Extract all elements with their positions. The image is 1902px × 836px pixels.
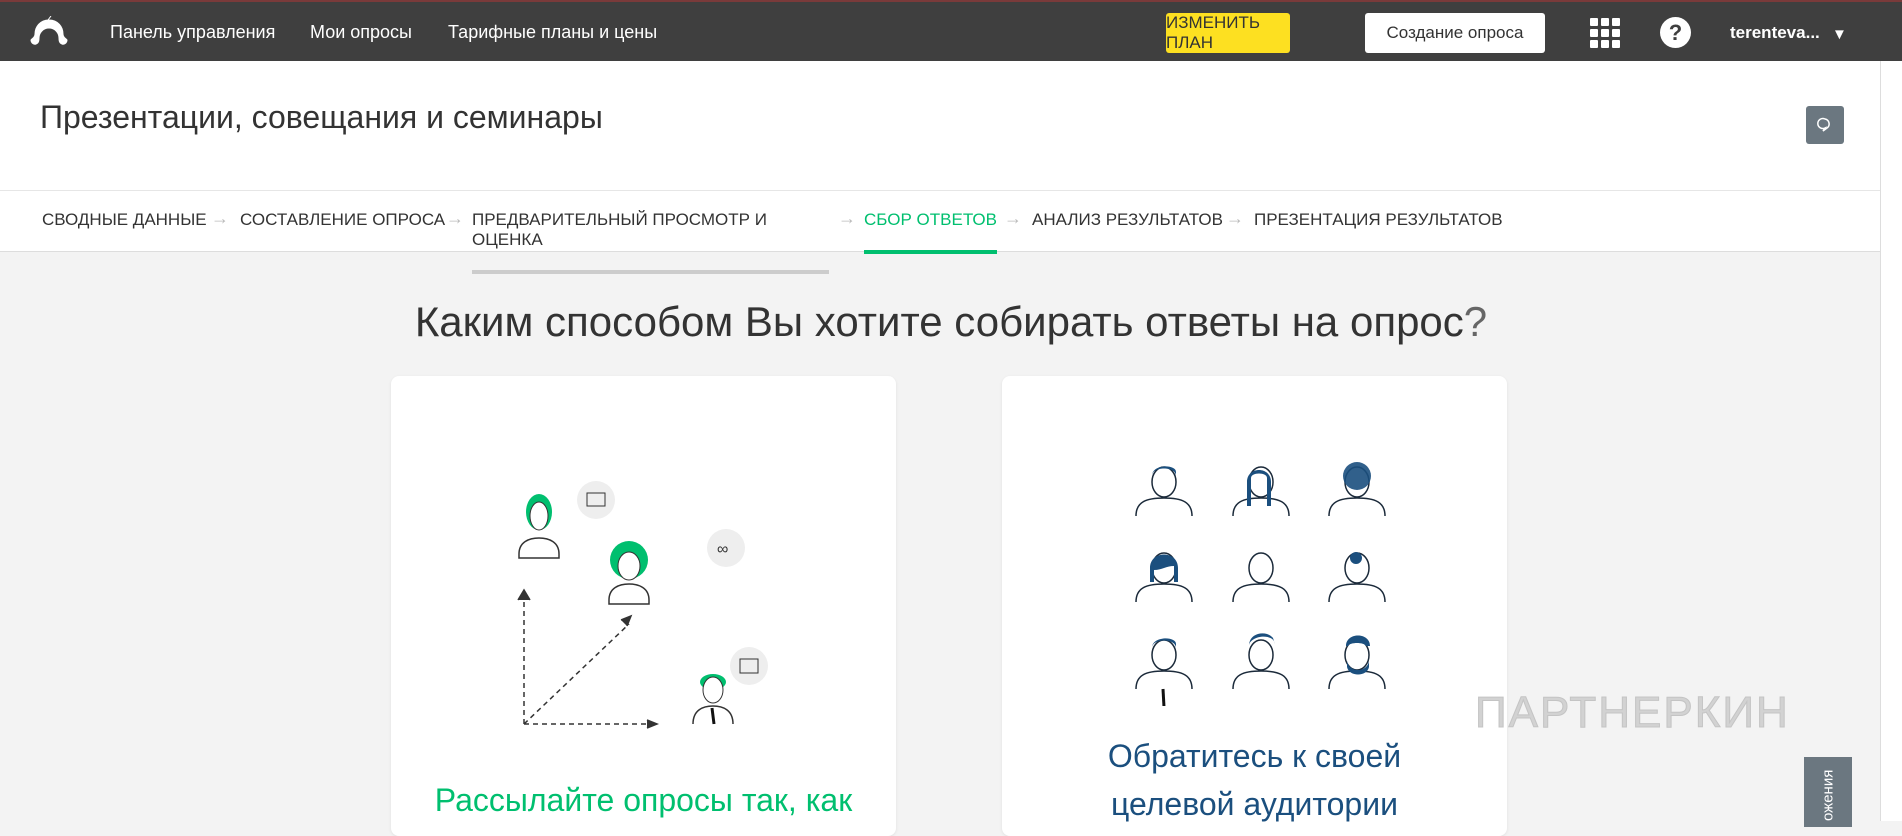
send-survey-illustration: ∞ — [517, 481, 768, 729]
tab-present[interactable]: ПРЕЗЕНТАЦИЯ РЕЗУЛЬТАТОВ — [1254, 210, 1503, 250]
chevron-down-icon[interactable]: ▼ — [1832, 26, 1847, 43]
feedback-side-tab[interactable]: ожения — [1804, 757, 1852, 827]
survey-header: Презентации, совещания и семинары — [0, 61, 1880, 190]
surveymonkey-logo[interactable] — [28, 16, 70, 48]
card-audience-title-line1: Обратитесь к своей — [1107, 738, 1402, 774]
arrow-right-icon: → — [211, 208, 229, 228]
arrow-right-icon: → — [446, 208, 464, 228]
apps-grid-icon[interactable] — [1590, 18, 1620, 48]
question-text: Каким способом Вы хотите собирать ответы… — [414, 298, 1464, 345]
upgrade-plan-button[interactable]: ИЗМЕНИТЬ ПЛАН — [1166, 13, 1290, 53]
tab-collect[interactable]: СБОР ОТВЕТОВ — [864, 210, 997, 254]
card-send-survey[interactable]: ∞ Рассылайте опросы так, как — [391, 376, 896, 836]
progress-steps: СВОДНЫЕ ДАННЫЕ → СОСТАВЛЕНИЕ ОПРОСА → ПР… — [0, 190, 1880, 274]
arrow-right-icon: → — [1004, 208, 1022, 228]
arrow-right-icon: → — [1226, 208, 1244, 228]
help-icon[interactable]: ? — [1660, 17, 1691, 48]
tab-design[interactable]: СОСТАВЛЕНИЕ ОПРОСА — [240, 210, 445, 250]
create-survey-button[interactable]: Создание опроса — [1365, 13, 1545, 53]
audience-people-illustration — [1135, 462, 1386, 706]
tab-summary[interactable]: СВОДНЫЕ ДАННЫЕ — [42, 210, 207, 250]
card-send-survey-title: Рассылайте опросы так, как — [434, 782, 853, 818]
comment-button[interactable] — [1806, 106, 1844, 144]
svg-text:∞: ∞ — [717, 541, 728, 558]
tab-analyze[interactable]: АНАЛИЗ РЕЗУЛЬТАТОВ — [1032, 210, 1223, 250]
arrow-right-icon: → — [838, 208, 856, 228]
user-menu[interactable]: terenteva... — [1730, 23, 1820, 43]
page-title: Презентации, совещания и семинары — [40, 99, 603, 135]
tab-preview[interactable]: ПРЕДВАРИТЕЛЬНЫЙ ПРОСМОТР И ОЦЕНКА — [472, 210, 829, 274]
top-navbar: Панель управления Мои опросы Тарифные пл… — [0, 0, 1902, 61]
nav-my-surveys[interactable]: Мои опросы — [310, 22, 412, 43]
card-buy-audience[interactable]: Обратитесь к своей целевой аудитории — [1002, 376, 1507, 836]
nav-plans-pricing[interactable]: Тарифные планы и цены — [448, 22, 657, 43]
nav-dashboard[interactable]: Панель управления — [110, 22, 275, 43]
question-mark: ? — [1463, 298, 1488, 345]
scrollbar[interactable] — [1880, 61, 1902, 821]
watermark: ПАРТНЕРКИН — [1475, 688, 1790, 738]
speech-bubble-icon — [1817, 117, 1830, 132]
collect-question-heading: Каким способом Вы хотите собирать ответы… — [0, 298, 1902, 346]
